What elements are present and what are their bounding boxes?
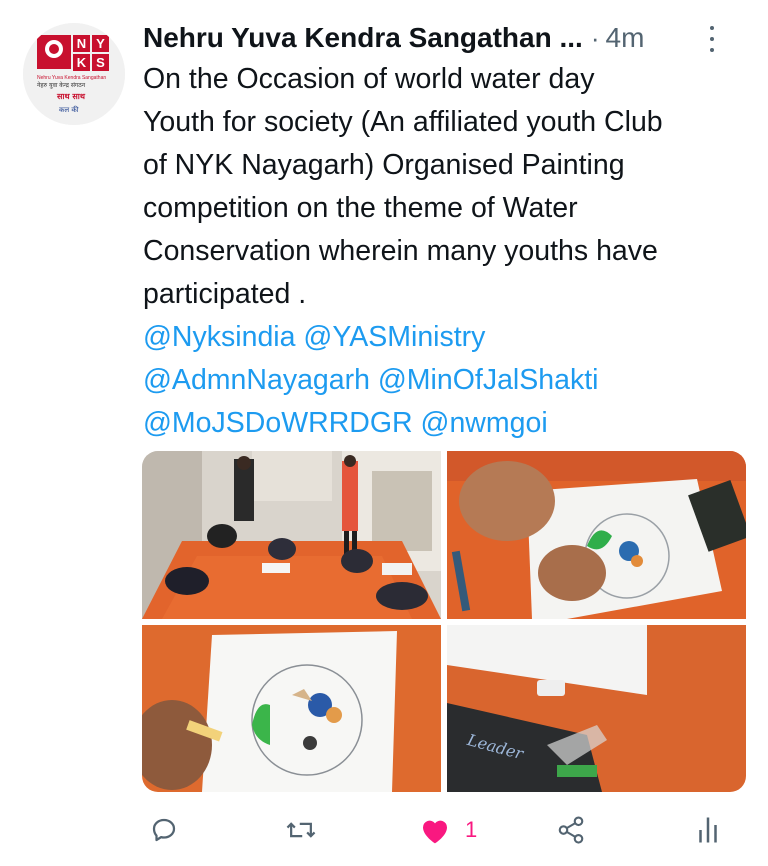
logo-letter-n: N (77, 36, 86, 51)
logo-letter-s: S (96, 55, 105, 70)
logo-letter-k: K (77, 55, 87, 70)
more-options-icon[interactable] (708, 26, 716, 52)
like-count: 1 (465, 817, 478, 842)
like-button[interactable]: 1 (419, 810, 477, 850)
share-icon (558, 816, 584, 844)
tweet-text-line: On the Occasion of world water day (143, 63, 595, 95)
tweet-text: On the Occasion of world water day Youth… (143, 58, 753, 445)
tweet-text-line: of NYK Nayagarh) Organised Painting (143, 149, 625, 181)
tweet-header: Nehru Yuva Kendra Sangathan ... · 4m (143, 18, 748, 58)
logo-slogan-1: साथ साथ (56, 92, 86, 101)
retweet-button[interactable] (285, 810, 317, 850)
nyks-logo: N Y K S Nehru Yuva Kendra Sangathan नेहर… (23, 23, 125, 125)
retweet-icon (286, 822, 316, 838)
media-grid: Leader (142, 451, 746, 792)
logo-org-name-en: Nehru Yuva Kendra Sangathan (37, 75, 106, 81)
photo-1[interactable] (142, 451, 441, 619)
photo-4[interactable]: Leader (447, 625, 746, 792)
tweet-actions: 1 (143, 810, 728, 850)
logo-slogan-2: कल की (59, 105, 79, 114)
analytics-button[interactable] (695, 810, 721, 850)
reply-icon (152, 818, 176, 842)
analytics-icon (699, 817, 717, 843)
separator: · (590, 22, 600, 53)
timestamp[interactable]: 4m (606, 22, 645, 54)
avatar[interactable]: N Y K S Nehru Yuva Kendra Sangathan नेहर… (23, 23, 125, 125)
tweet-text-line: competition on the theme of Water (143, 192, 578, 224)
share-button[interactable] (555, 810, 587, 850)
heart-icon (423, 820, 447, 844)
tweet-text-line: Conservation wherein many youths have (143, 235, 658, 267)
mention-links[interactable]: @Nyksindia @YASMinistry (143, 316, 753, 359)
display-name[interactable]: Nehru Yuva Kendra Sangathan ... (143, 22, 583, 54)
mention-links[interactable]: @MoJSDoWRRDGR @nwmgoi (143, 402, 753, 445)
reply-button[interactable] (149, 810, 179, 850)
mention-links[interactable]: @AdmnNayagarh @MinOfJalShakti (143, 359, 753, 402)
tweet-text-line: participated . (143, 278, 307, 310)
photo-2[interactable] (447, 451, 746, 619)
logo-letter-y: Y (96, 36, 105, 51)
logo-org-name-hi: नेहरु युवा केन्द्र संगठन (37, 81, 86, 89)
photo-3[interactable] (142, 625, 441, 792)
tweet-text-line: Youth for society (An affiliated youth C… (143, 106, 663, 138)
